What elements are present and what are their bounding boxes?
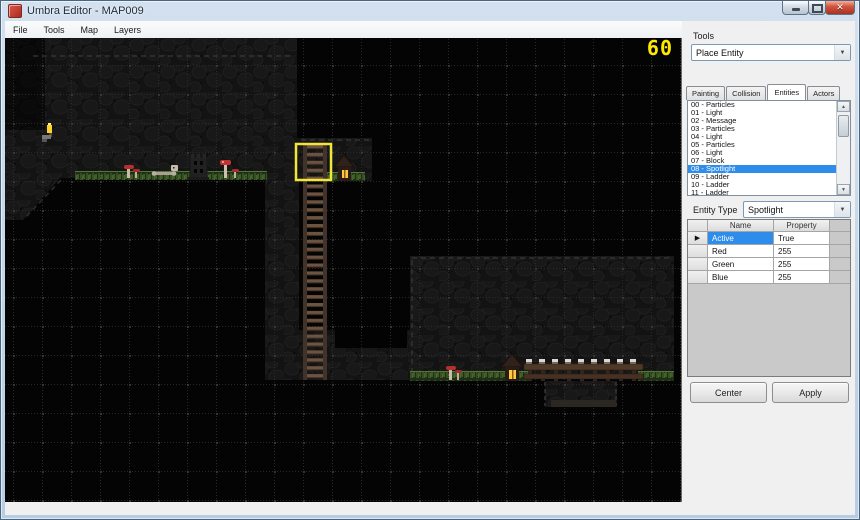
entity-list-item[interactable]: 11 - Ladder xyxy=(688,189,837,196)
maximize-icon xyxy=(811,3,823,13)
app-icon xyxy=(8,4,22,18)
terrain xyxy=(5,38,681,502)
entity-list[interactable]: 00 - Particles 01 - Light 02 - Message 03 -… xyxy=(687,100,851,196)
tools-label: Tools xyxy=(693,31,715,41)
property-value-cell[interactable]: True xyxy=(774,232,830,245)
side-panel: Tools Place Entity ▼ Painting Collision En… xyxy=(683,21,855,515)
center-button[interactable]: Center xyxy=(690,382,767,403)
scroll-down-icon[interactable]: ▼ xyxy=(837,184,850,195)
menu-map[interactable]: Map xyxy=(73,23,107,37)
tab-collision[interactable]: Collision xyxy=(726,86,767,100)
property-value-cell[interactable]: 255 xyxy=(774,271,830,284)
row-header[interactable] xyxy=(688,245,708,258)
row-marker-icon: ▶ xyxy=(694,235,701,242)
property-value-cell[interactable]: 255 xyxy=(774,258,830,271)
property-name-cell[interactable]: Green xyxy=(708,258,774,271)
minimize-icon xyxy=(791,8,800,11)
tab-actors[interactable]: Actors xyxy=(807,86,841,100)
fps-counter: 60 xyxy=(647,38,673,60)
property-row: ▶ Active True xyxy=(688,232,850,245)
tab-entities[interactable]: Entities xyxy=(767,84,807,100)
row-header-corner xyxy=(688,220,708,232)
property-name-cell[interactable]: Active xyxy=(708,232,774,245)
scroll-up-icon[interactable]: ▲ xyxy=(837,101,850,112)
property-name-cell[interactable]: Red xyxy=(708,245,774,258)
close-button[interactable]: ✕ xyxy=(825,1,855,15)
row-header[interactable] xyxy=(688,271,708,284)
main-area: File Tools Map Layers 60 Tools Place Ent… xyxy=(5,21,855,515)
property-row: Green 255 xyxy=(688,258,850,271)
property-name-cell[interactable]: Blue xyxy=(708,271,774,284)
row-header[interactable]: ▶ xyxy=(688,232,708,245)
header-filler xyxy=(830,220,850,232)
row-filler xyxy=(830,232,850,245)
title-bar: Umbra Editor - MAP009 ✕ xyxy=(1,1,859,21)
menu-file[interactable]: File xyxy=(5,23,36,37)
column-header-property: Property xyxy=(774,220,830,232)
row-header[interactable] xyxy=(688,258,708,271)
map-canvas[interactable]: 60 xyxy=(5,38,682,502)
property-grid[interactable]: Name Property ▶ Active True Red 255 Green 255 B… xyxy=(687,219,851,377)
maximize-button[interactable] xyxy=(808,1,826,15)
tab-strip: Painting Collision Entities Actors xyxy=(686,84,853,100)
row-filler xyxy=(830,271,850,284)
property-grid-header: Name Property xyxy=(688,220,850,232)
property-grid-body: ▶ Active True Red 255 Green 255 Blue 255 xyxy=(688,232,850,284)
property-value-cell[interactable]: 255 xyxy=(774,245,830,258)
column-header-name: Name xyxy=(708,220,774,232)
ladder-sprite xyxy=(303,143,327,380)
entity-type-label: Entity Type xyxy=(693,205,738,215)
menu-bar: File Tools Map Layers xyxy=(5,21,682,39)
chevron-down-icon: ▼ xyxy=(834,202,850,217)
window-controls: ✕ xyxy=(782,1,855,15)
window-title: Umbra Editor - MAP009 xyxy=(27,5,144,17)
entity-type-value: Spotlight xyxy=(748,204,784,215)
tower-sprite xyxy=(188,154,209,180)
app-window: Umbra Editor - MAP009 ✕ File Tools Map Laye… xyxy=(0,0,860,520)
tool-select[interactable]: Place Entity ▼ xyxy=(691,44,851,61)
scrollbar-thumb[interactable] xyxy=(838,115,849,137)
row-filler xyxy=(830,258,850,271)
chevron-down-icon: ▼ xyxy=(834,45,850,60)
tab-painting[interactable]: Painting xyxy=(686,86,726,100)
property-row: Red 255 xyxy=(688,245,850,258)
entity-list-scrollbar[interactable]: ▲ ▼ xyxy=(836,101,850,195)
entity-list-items: 00 - Particles 01 - Light 02 - Message 03 -… xyxy=(688,101,837,196)
tool-select-value: Place Entity xyxy=(696,47,744,58)
menu-tools[interactable]: Tools xyxy=(36,23,73,37)
property-row: Blue 255 xyxy=(688,271,850,284)
menu-layers[interactable]: Layers xyxy=(106,23,149,37)
row-filler xyxy=(830,245,850,258)
minimize-button[interactable] xyxy=(782,1,809,15)
bridge-sprite xyxy=(523,359,644,381)
entity-type-select[interactable]: Spotlight ▼ xyxy=(743,201,851,218)
close-icon: ✕ xyxy=(836,2,844,12)
apply-button[interactable]: Apply xyxy=(772,382,849,403)
